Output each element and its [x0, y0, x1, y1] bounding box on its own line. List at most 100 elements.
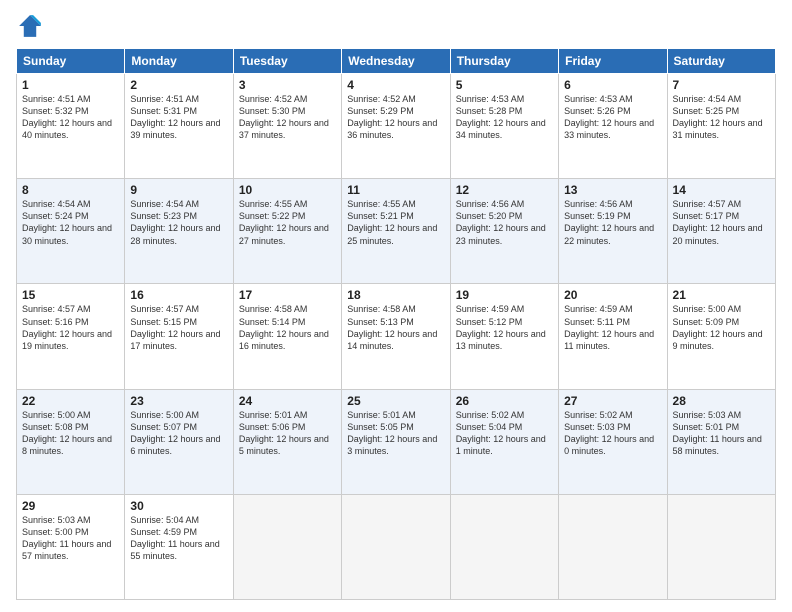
table-row	[233, 494, 341, 599]
day-info: Sunrise: 5:03 AMSunset: 5:01 PMDaylight:…	[673, 409, 770, 458]
day-number: 23	[130, 394, 227, 408]
day-info: Sunrise: 4:51 AMSunset: 5:32 PMDaylight:…	[22, 93, 119, 142]
day-info: Sunrise: 4:57 AMSunset: 5:15 PMDaylight:…	[130, 303, 227, 352]
day-number: 20	[564, 288, 661, 302]
table-row: 6Sunrise: 4:53 AMSunset: 5:26 PMDaylight…	[559, 74, 667, 179]
day-number: 10	[239, 183, 336, 197]
day-number: 11	[347, 183, 444, 197]
day-info: Sunrise: 4:52 AMSunset: 5:29 PMDaylight:…	[347, 93, 444, 142]
day-info: Sunrise: 4:54 AMSunset: 5:23 PMDaylight:…	[130, 198, 227, 247]
table-row: 17Sunrise: 4:58 AMSunset: 5:14 PMDayligh…	[233, 284, 341, 389]
table-row: 30Sunrise: 5:04 AMSunset: 4:59 PMDayligh…	[125, 494, 233, 599]
table-row: 5Sunrise: 4:53 AMSunset: 5:28 PMDaylight…	[450, 74, 558, 179]
table-row: 4Sunrise: 4:52 AMSunset: 5:29 PMDaylight…	[342, 74, 450, 179]
weekday-header-row: Sunday Monday Tuesday Wednesday Thursday…	[17, 49, 776, 74]
day-info: Sunrise: 4:56 AMSunset: 5:20 PMDaylight:…	[456, 198, 553, 247]
day-info: Sunrise: 4:58 AMSunset: 5:13 PMDaylight:…	[347, 303, 444, 352]
logo-icon	[16, 12, 44, 40]
day-number: 15	[22, 288, 119, 302]
day-number: 19	[456, 288, 553, 302]
page: Sunday Monday Tuesday Wednesday Thursday…	[0, 0, 792, 612]
day-number: 28	[673, 394, 770, 408]
header-friday: Friday	[559, 49, 667, 74]
day-info: Sunrise: 4:57 AMSunset: 5:17 PMDaylight:…	[673, 198, 770, 247]
table-row	[667, 494, 775, 599]
day-info: Sunrise: 5:02 AMSunset: 5:03 PMDaylight:…	[564, 409, 661, 458]
table-row: 26Sunrise: 5:02 AMSunset: 5:04 PMDayligh…	[450, 389, 558, 494]
table-row: 12Sunrise: 4:56 AMSunset: 5:20 PMDayligh…	[450, 179, 558, 284]
day-number: 27	[564, 394, 661, 408]
table-row: 1Sunrise: 4:51 AMSunset: 5:32 PMDaylight…	[17, 74, 125, 179]
day-number: 5	[456, 78, 553, 92]
table-row: 16Sunrise: 4:57 AMSunset: 5:15 PMDayligh…	[125, 284, 233, 389]
day-number: 3	[239, 78, 336, 92]
table-row: 24Sunrise: 5:01 AMSunset: 5:06 PMDayligh…	[233, 389, 341, 494]
day-info: Sunrise: 4:53 AMSunset: 5:26 PMDaylight:…	[564, 93, 661, 142]
day-info: Sunrise: 5:00 AMSunset: 5:07 PMDaylight:…	[130, 409, 227, 458]
day-info: Sunrise: 4:54 AMSunset: 5:25 PMDaylight:…	[673, 93, 770, 142]
table-row: 21Sunrise: 5:00 AMSunset: 5:09 PMDayligh…	[667, 284, 775, 389]
day-info: Sunrise: 4:59 AMSunset: 5:12 PMDaylight:…	[456, 303, 553, 352]
day-info: Sunrise: 4:57 AMSunset: 5:16 PMDaylight:…	[22, 303, 119, 352]
day-info: Sunrise: 5:01 AMSunset: 5:06 PMDaylight:…	[239, 409, 336, 458]
day-number: 4	[347, 78, 444, 92]
day-info: Sunrise: 4:52 AMSunset: 5:30 PMDaylight:…	[239, 93, 336, 142]
table-row: 20Sunrise: 4:59 AMSunset: 5:11 PMDayligh…	[559, 284, 667, 389]
day-info: Sunrise: 4:56 AMSunset: 5:19 PMDaylight:…	[564, 198, 661, 247]
table-row: 19Sunrise: 4:59 AMSunset: 5:12 PMDayligh…	[450, 284, 558, 389]
day-info: Sunrise: 4:58 AMSunset: 5:14 PMDaylight:…	[239, 303, 336, 352]
table-row: 10Sunrise: 4:55 AMSunset: 5:22 PMDayligh…	[233, 179, 341, 284]
day-number: 25	[347, 394, 444, 408]
day-info: Sunrise: 5:01 AMSunset: 5:05 PMDaylight:…	[347, 409, 444, 458]
day-number: 8	[22, 183, 119, 197]
day-number: 24	[239, 394, 336, 408]
table-row: 7Sunrise: 4:54 AMSunset: 5:25 PMDaylight…	[667, 74, 775, 179]
day-info: Sunrise: 5:00 AMSunset: 5:09 PMDaylight:…	[673, 303, 770, 352]
table-row: 3Sunrise: 4:52 AMSunset: 5:30 PMDaylight…	[233, 74, 341, 179]
day-number: 12	[456, 183, 553, 197]
header-saturday: Saturday	[667, 49, 775, 74]
day-info: Sunrise: 4:51 AMSunset: 5:31 PMDaylight:…	[130, 93, 227, 142]
calendar-row: 22Sunrise: 5:00 AMSunset: 5:08 PMDayligh…	[17, 389, 776, 494]
header-thursday: Thursday	[450, 49, 558, 74]
day-info: Sunrise: 5:02 AMSunset: 5:04 PMDaylight:…	[456, 409, 553, 458]
day-number: 18	[347, 288, 444, 302]
table-row: 18Sunrise: 4:58 AMSunset: 5:13 PMDayligh…	[342, 284, 450, 389]
day-info: Sunrise: 4:59 AMSunset: 5:11 PMDaylight:…	[564, 303, 661, 352]
table-row: 23Sunrise: 5:00 AMSunset: 5:07 PMDayligh…	[125, 389, 233, 494]
table-row	[450, 494, 558, 599]
day-number: 14	[673, 183, 770, 197]
header-sunday: Sunday	[17, 49, 125, 74]
day-number: 22	[22, 394, 119, 408]
day-number: 17	[239, 288, 336, 302]
day-info: Sunrise: 5:00 AMSunset: 5:08 PMDaylight:…	[22, 409, 119, 458]
day-info: Sunrise: 4:53 AMSunset: 5:28 PMDaylight:…	[456, 93, 553, 142]
table-row: 25Sunrise: 5:01 AMSunset: 5:05 PMDayligh…	[342, 389, 450, 494]
table-row	[559, 494, 667, 599]
header	[16, 12, 776, 40]
header-monday: Monday	[125, 49, 233, 74]
calendar-table: Sunday Monday Tuesday Wednesday Thursday…	[16, 48, 776, 600]
day-number: 16	[130, 288, 227, 302]
day-info: Sunrise: 5:04 AMSunset: 4:59 PMDaylight:…	[130, 514, 227, 563]
day-number: 26	[456, 394, 553, 408]
day-number: 13	[564, 183, 661, 197]
logo	[16, 12, 48, 40]
day-number: 2	[130, 78, 227, 92]
day-number: 1	[22, 78, 119, 92]
table-row	[342, 494, 450, 599]
table-row: 29Sunrise: 5:03 AMSunset: 5:00 PMDayligh…	[17, 494, 125, 599]
calendar-row: 29Sunrise: 5:03 AMSunset: 5:00 PMDayligh…	[17, 494, 776, 599]
day-info: Sunrise: 5:03 AMSunset: 5:00 PMDaylight:…	[22, 514, 119, 563]
table-row: 2Sunrise: 4:51 AMSunset: 5:31 PMDaylight…	[125, 74, 233, 179]
day-number: 30	[130, 499, 227, 513]
day-number: 7	[673, 78, 770, 92]
calendar-row: 15Sunrise: 4:57 AMSunset: 5:16 PMDayligh…	[17, 284, 776, 389]
table-row: 14Sunrise: 4:57 AMSunset: 5:17 PMDayligh…	[667, 179, 775, 284]
calendar-row: 1Sunrise: 4:51 AMSunset: 5:32 PMDaylight…	[17, 74, 776, 179]
day-number: 29	[22, 499, 119, 513]
table-row: 28Sunrise: 5:03 AMSunset: 5:01 PMDayligh…	[667, 389, 775, 494]
table-row: 15Sunrise: 4:57 AMSunset: 5:16 PMDayligh…	[17, 284, 125, 389]
header-wednesday: Wednesday	[342, 49, 450, 74]
day-number: 6	[564, 78, 661, 92]
